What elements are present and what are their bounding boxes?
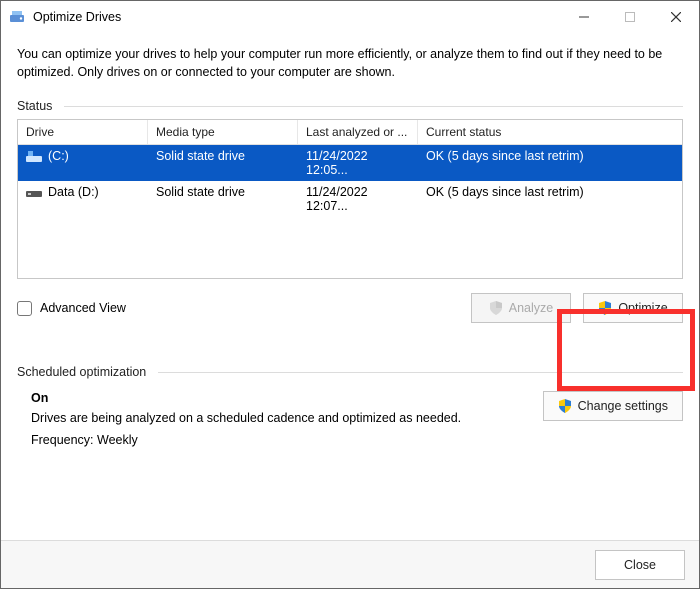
shield-icon bbox=[558, 399, 572, 413]
change-settings-button[interactable]: Change settings bbox=[543, 391, 683, 421]
drive-last: 11/24/2022 12:07... bbox=[298, 183, 418, 215]
drive-last: 11/24/2022 12:05... bbox=[298, 147, 418, 179]
status-label: Status bbox=[17, 99, 52, 113]
drive-table[interactable]: Drive Media type Last analyzed or ... Cu… bbox=[17, 119, 683, 279]
schedule-on-label: On bbox=[31, 391, 543, 405]
close-button[interactable]: Close bbox=[595, 550, 685, 580]
advanced-view-checkbox[interactable] bbox=[17, 301, 32, 316]
description-text: You can optimize your drives to help you… bbox=[17, 45, 683, 81]
schedule-detail: Drives are being analyzed on a scheduled… bbox=[31, 411, 543, 425]
column-header-last[interactable]: Last analyzed or ... bbox=[298, 120, 418, 144]
optimize-button[interactable]: Optimize bbox=[583, 293, 683, 323]
advanced-view-label: Advanced View bbox=[40, 301, 126, 315]
schedule-section-label: Scheduled optimization bbox=[17, 365, 683, 379]
close-label: Close bbox=[624, 558, 656, 572]
table-row[interactable]: Data (D:) Solid state drive 11/24/2022 1… bbox=[18, 181, 682, 217]
column-header-media[interactable]: Media type bbox=[148, 120, 298, 144]
shield-icon bbox=[598, 301, 612, 315]
close-window-button[interactable] bbox=[653, 1, 699, 33]
analyze-button[interactable]: Analyze bbox=[471, 293, 571, 323]
titlebar: Optimize Drives bbox=[1, 1, 699, 33]
change-settings-label: Change settings bbox=[578, 399, 668, 413]
status-section-label: Status bbox=[17, 99, 683, 113]
drive-name: Data (D:) bbox=[48, 185, 99, 199]
column-header-drive[interactable]: Drive bbox=[18, 120, 148, 144]
drive-status: OK (5 days since last retrim) bbox=[418, 147, 682, 179]
drive-name: (C:) bbox=[48, 149, 69, 163]
drive-media: Solid state drive bbox=[148, 183, 298, 215]
optimize-label: Optimize bbox=[618, 301, 667, 315]
shield-icon bbox=[489, 301, 503, 315]
schedule-label: Scheduled optimization bbox=[17, 365, 146, 379]
drive-status: OK (5 days since last retrim) bbox=[418, 183, 682, 215]
table-row[interactable]: (C:) Solid state drive 11/24/2022 12:05.… bbox=[18, 145, 682, 181]
analyze-label: Analyze bbox=[509, 301, 553, 315]
app-icon bbox=[9, 9, 25, 25]
data-drive-icon bbox=[26, 187, 42, 199]
minimize-button[interactable] bbox=[561, 1, 607, 33]
column-header-status[interactable]: Current status bbox=[418, 120, 682, 144]
window-title: Optimize Drives bbox=[33, 10, 121, 24]
dialog-footer: Close bbox=[1, 540, 699, 588]
maximize-button[interactable] bbox=[607, 1, 653, 33]
os-drive-icon bbox=[26, 151, 42, 163]
drive-media: Solid state drive bbox=[148, 147, 298, 179]
schedule-frequency: Frequency: Weekly bbox=[31, 433, 543, 447]
drive-table-header: Drive Media type Last analyzed or ... Cu… bbox=[18, 120, 682, 145]
